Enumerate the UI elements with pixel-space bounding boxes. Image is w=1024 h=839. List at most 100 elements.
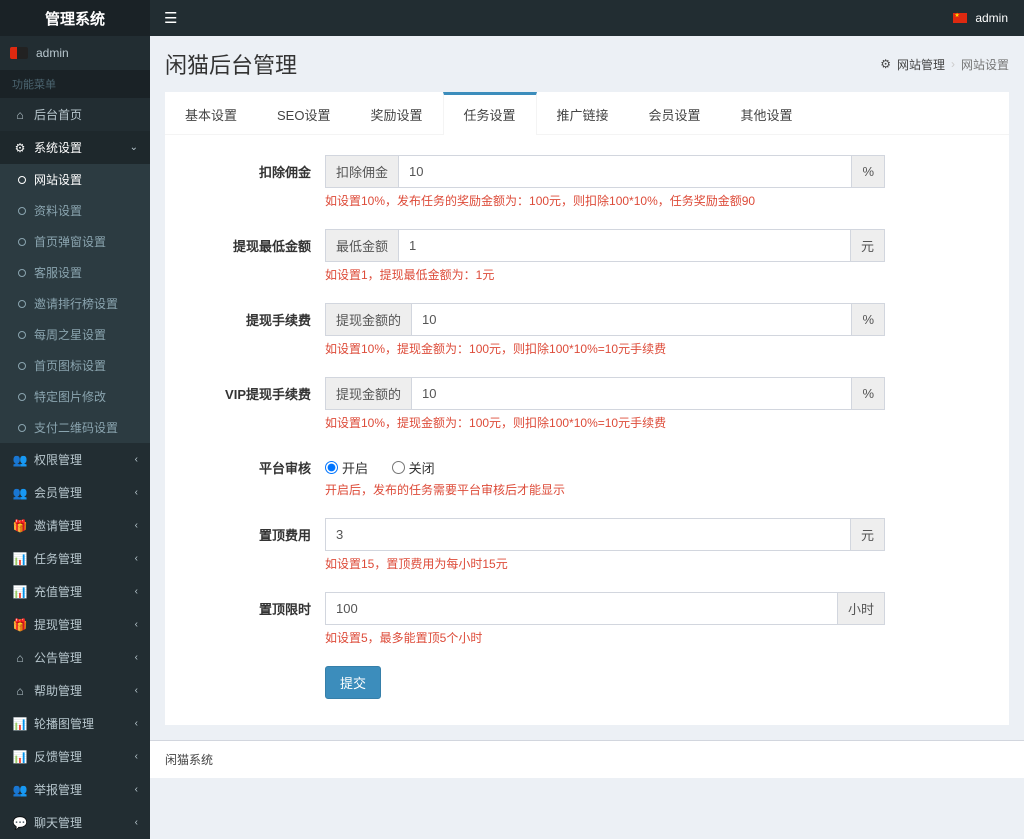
circle-icon [18, 238, 26, 246]
tab-promo[interactable]: 推广链接 [537, 92, 629, 134]
tab-seo[interactable]: SEO设置 [257, 92, 350, 134]
topbar-username: admin [975, 11, 1008, 25]
breadcrumb-parent[interactable]: 网站管理 [897, 56, 945, 73]
circle-icon [18, 300, 26, 308]
dashboard-icon: 📊 [12, 552, 28, 566]
chevron-left-icon: ‹ [135, 784, 138, 795]
sidebar-sub-home-icon-settings[interactable]: 首页图标设置 [0, 350, 150, 381]
sidebar-submenu-system: 网站设置 资料设置 首页弹窗设置 客服设置 邀请排行榜设置 每周之星设置 首页图… [0, 164, 150, 443]
users-icon: 👥 [12, 486, 28, 500]
sidebar-sub-website-settings[interactable]: 网站设置 [0, 164, 150, 195]
input-top-limit[interactable] [325, 592, 838, 625]
sidebar-item-report[interactable]: 👥举报管理‹ [0, 773, 150, 806]
radio-audit-off[interactable]: 关闭 [392, 458, 435, 477]
sidebar-item-permission[interactable]: 👥权限管理‹ [0, 443, 150, 476]
gift-icon: 🎁 [12, 618, 28, 632]
dashboard-icon: 📊 [12, 585, 28, 599]
input-commission[interactable] [398, 155, 852, 188]
breadcrumb-sep: › [951, 57, 955, 71]
circle-icon [18, 176, 26, 184]
chevron-left-icon: ‹ [135, 553, 138, 564]
settings-panel: 基本设置 SEO设置 奖励设置 任务设置 推广链接 会员设置 其他设置 扣除佣金… [165, 92, 1009, 725]
sidebar-item-label: 系统设置 [34, 139, 82, 156]
input-vip-withdraw-fee[interactable] [411, 377, 852, 410]
suffix-vip-withdraw-fee: % [852, 377, 885, 410]
menu-toggle-icon[interactable]: ☰ [150, 9, 191, 27]
topbar: 管理系统 ☰ admin [0, 0, 1024, 36]
chevron-left-icon: ‹ [135, 619, 138, 630]
sidebar-sub-image-modify[interactable]: 特定图片修改 [0, 381, 150, 412]
home-icon: ⌂ [12, 108, 28, 122]
sidebar-sub-weekly-star-settings[interactable]: 每周之星设置 [0, 319, 150, 350]
home-icon: ⌂ [12, 684, 28, 698]
radio-audit-on[interactable]: 开启 [325, 458, 368, 477]
tab-task[interactable]: 任务设置 [443, 92, 537, 135]
tab-reward[interactable]: 奖励设置 [350, 92, 442, 134]
topbar-user[interactable]: admin [953, 11, 1024, 25]
label-vip-withdraw-fee: VIP提现手续费 [185, 377, 325, 403]
sidebar-item-chat[interactable]: 💬聊天管理‹ [0, 806, 150, 839]
input-withdraw-fee[interactable] [411, 303, 852, 336]
hint-vip-withdraw-fee: 如设置10%，提现金额为：100元，则扣除100*10%=10元手续费 [325, 414, 885, 431]
sidebar-item-recharge[interactable]: 📊充值管理‹ [0, 575, 150, 608]
form: 扣除佣金 扣除佣金 % 如设置10%，发布任务的奖励金额为：100元，则扣除10… [165, 135, 1009, 725]
sidebar-sub-pay-qr-settings[interactable]: 支付二维码设置 [0, 412, 150, 443]
circle-icon [18, 207, 26, 215]
sidebar-sub-service-settings[interactable]: 客服设置 [0, 257, 150, 288]
tab-basic[interactable]: 基本设置 [165, 92, 257, 134]
suffix-withdraw-fee: % [852, 303, 885, 336]
suffix-min-withdraw: 元 [851, 229, 885, 262]
submit-button[interactable]: 提交 [325, 666, 381, 699]
label-audit: 平台审核 [185, 451, 325, 477]
sidebar-item-withdraw[interactable]: 🎁提现管理‹ [0, 608, 150, 641]
sidebar-item-help[interactable]: ⌂帮助管理‹ [0, 674, 150, 707]
dashboard-icon: 📊 [12, 750, 28, 764]
input-top-fee[interactable] [325, 518, 851, 551]
chevron-left-icon: ‹ [135, 454, 138, 465]
sidebar-item-members[interactable]: 👥会员管理‹ [0, 476, 150, 509]
sidebar-sub-popup-settings[interactable]: 首页弹窗设置 [0, 226, 150, 257]
page-title: 闲猫后台管理 [165, 48, 297, 80]
sidebar-sub-invite-rank-settings[interactable]: 邀请排行榜设置 [0, 288, 150, 319]
sidebar-item-tasks[interactable]: 📊任务管理‹ [0, 542, 150, 575]
chevron-left-icon: ‹ [135, 487, 138, 498]
footer: 闲猫系统 [150, 740, 1024, 778]
tabs: 基本设置 SEO设置 奖励设置 任务设置 推广链接 会员设置 其他设置 [165, 92, 1009, 135]
chevron-left-icon: ‹ [135, 520, 138, 531]
hint-top-limit: 如设置5，最多能置顶5个小时 [325, 629, 885, 646]
sidebar-sub-profile-settings[interactable]: 资料设置 [0, 195, 150, 226]
brand-logo[interactable]: 管理系统 [0, 0, 150, 36]
sidebar-item-system-settings[interactable]: ⚙ 系统设置 ⌄ [0, 131, 150, 164]
sidebar-item-feedback[interactable]: 📊反馈管理‹ [0, 740, 150, 773]
avatar [10, 47, 28, 59]
home-icon: ⌂ [12, 651, 28, 665]
tab-other[interactable]: 其他设置 [721, 92, 813, 134]
sidebar-username: admin [36, 46, 69, 60]
prefix-withdraw-fee: 提现金额的 [325, 303, 411, 336]
circle-icon [18, 269, 26, 277]
hint-top-fee: 如设置15，置顶费用为每小时15元 [325, 555, 885, 572]
breadcrumb-current: 网站设置 [961, 56, 1009, 73]
chevron-left-icon: ‹ [135, 817, 138, 828]
sidebar-item-invite[interactable]: 🎁邀请管理‹ [0, 509, 150, 542]
circle-icon [18, 424, 26, 432]
gear-icon: ⚙ [12, 141, 28, 155]
prefix-commission: 扣除佣金 [325, 155, 398, 188]
chevron-left-icon: ‹ [135, 751, 138, 762]
chevron-left-icon: ‹ [135, 718, 138, 729]
suffix-top-limit: 小时 [838, 592, 885, 625]
sidebar-item-announcement[interactable]: ⌂公告管理‹ [0, 641, 150, 674]
hint-withdraw-fee: 如设置10%，提现金额为：100元，则扣除100*10%=10元手续费 [325, 340, 885, 357]
label-min-withdraw: 提现最低金额 [185, 229, 325, 255]
main-content: 闲猫后台管理 ⚙ 网站管理 › 网站设置 基本设置 SEO设置 奖励设置 任务设… [150, 36, 1024, 839]
circle-icon [18, 393, 26, 401]
tab-member[interactable]: 会员设置 [629, 92, 721, 134]
input-min-withdraw[interactable] [398, 229, 851, 262]
users-icon: 👥 [12, 453, 28, 467]
hint-commission: 如设置10%，发布任务的奖励金额为：100元，则扣除100*10%，任务奖励金额… [325, 192, 885, 209]
sidebar-item-carousel[interactable]: 📊轮播图管理‹ [0, 707, 150, 740]
sidebar-item-dashboard[interactable]: ⌂ 后台首页 [0, 98, 150, 131]
chevron-left-icon: ‹ [135, 586, 138, 597]
chevron-down-icon: ⌄ [130, 142, 138, 153]
label-commission: 扣除佣金 [185, 155, 325, 181]
